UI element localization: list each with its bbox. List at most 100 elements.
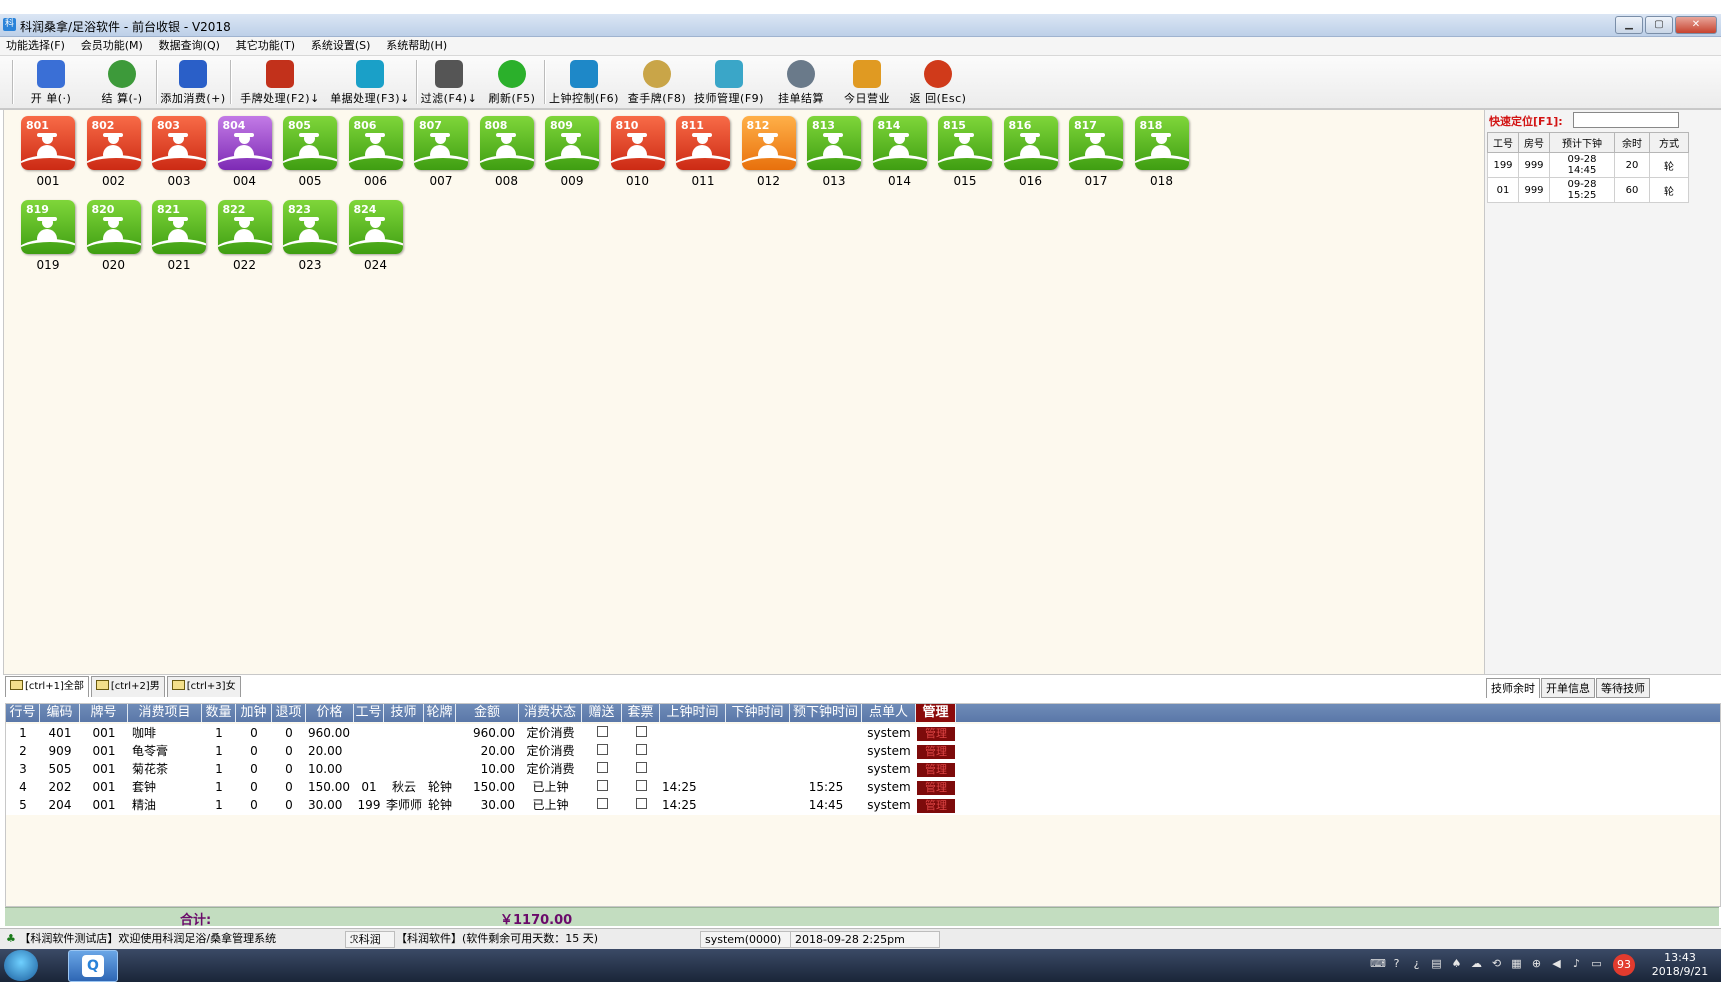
room-tile[interactable]: 815 bbox=[938, 116, 992, 170]
power-icon[interactable]: ▭ bbox=[1590, 957, 1603, 970]
grid-header-cell[interactable]: 价格 bbox=[306, 704, 354, 722]
maximize-button[interactable]: ▢ bbox=[1645, 16, 1673, 34]
notification-icon[interactable]: ♠ bbox=[1450, 957, 1463, 970]
clock-control-button[interactable]: 上钟控制(F6) bbox=[546, 56, 622, 108]
grid-header-cell[interactable]: 技师 bbox=[384, 704, 424, 722]
grid-header-cell[interactable]: 套票 bbox=[622, 704, 660, 722]
menu-help[interactable]: 系统帮助(H) bbox=[380, 37, 453, 55]
table-row[interactable]: 4 202 001 套钟 1 0 0 150.00 01 秋云 轮钟 150.00 已上钟 14:25 15… bbox=[6, 778, 1720, 797]
room-016[interactable]: 816 016 bbox=[1001, 116, 1061, 188]
room-019[interactable]: 819 019 bbox=[18, 200, 78, 272]
tech-header[interactable]: 房号 bbox=[1518, 132, 1550, 153]
room-015[interactable]: 815 015 bbox=[935, 116, 995, 188]
room-011[interactable]: 811 011 bbox=[673, 116, 733, 188]
ticket-checkbox[interactable] bbox=[635, 762, 647, 773]
room-009[interactable]: 809 009 bbox=[542, 116, 602, 188]
display-icon[interactable]: ▦ bbox=[1510, 957, 1523, 970]
gift-checkbox[interactable] bbox=[596, 780, 608, 791]
room-008[interactable]: 808 008 bbox=[477, 116, 537, 188]
gift-checkbox[interactable] bbox=[596, 762, 608, 773]
table-row[interactable]: 1 401 001 咖啡 1 0 0 960.00 960.00 定价消费 system 管理 bbox=[6, 724, 1720, 743]
room-017[interactable]: 817 017 bbox=[1066, 116, 1126, 188]
network-icon[interactable]: ▤ bbox=[1430, 957, 1443, 970]
hand-card-button[interactable]: 手牌处理(F2)↓ bbox=[236, 56, 324, 108]
grid-header-cell[interactable]: 上钟时间 bbox=[660, 704, 726, 722]
table-row[interactable]: 2 909 001 龟苓膏 1 0 0 20.00 20.00 定价消费 system 管理 bbox=[6, 742, 1720, 761]
gift-checkbox[interactable] bbox=[596, 798, 608, 809]
room-tile[interactable]: 801 bbox=[21, 116, 75, 170]
table-row[interactable]: 3 505 001 菊花茶 1 0 0 10.00 10.00 定价消费 system 管理 bbox=[6, 760, 1720, 779]
gift-checkbox[interactable] bbox=[596, 744, 608, 755]
room-005[interactable]: 805 005 bbox=[280, 116, 340, 188]
tab-all[interactable]: [ctrl+1]全部 bbox=[5, 676, 89, 697]
room-tile[interactable]: 802 bbox=[86, 116, 141, 170]
grid-header-cell[interactable]: 预下钟时间 bbox=[790, 704, 862, 722]
manage-button[interactable]: 管理 bbox=[917, 745, 955, 759]
exit-button[interactable]: 返 回(Esc) bbox=[902, 56, 974, 108]
room-tile[interactable]: 811 bbox=[676, 116, 730, 170]
table-row[interactable]: 5 204 001 精油 1 0 0 30.00 199 李师师 轮钟 30.00 已上钟 14:25 14… bbox=[6, 796, 1720, 815]
room-001[interactable]: 801 001 bbox=[18, 116, 78, 188]
room-024[interactable]: 824 024 bbox=[346, 200, 406, 272]
grid-header-cell[interactable]: 消费项目 bbox=[128, 704, 202, 722]
grid-header-cell[interactable]: 轮牌 bbox=[424, 704, 456, 722]
room-023[interactable]: 823 023 bbox=[280, 200, 340, 272]
ticket-checkbox[interactable] bbox=[635, 798, 647, 809]
tech-header[interactable]: 方式 bbox=[1649, 132, 1689, 153]
room-tile[interactable]: 813 bbox=[807, 116, 861, 170]
menu-settings[interactable]: 系统设置(S) bbox=[305, 37, 377, 55]
room-tile[interactable]: 810 bbox=[610, 116, 665, 170]
room-tile[interactable]: 817 bbox=[1069, 116, 1123, 170]
room-tile[interactable]: 816 bbox=[1003, 116, 1058, 170]
filter-button[interactable]: 过滤(F4)↓ bbox=[418, 56, 480, 108]
tech-row[interactable]: 199 999 09-28 14:45 20 轮 bbox=[1487, 152, 1689, 178]
grid-header-cell[interactable]: 下钟时间 bbox=[726, 704, 790, 722]
room-012[interactable]: 812 012 bbox=[739, 116, 799, 188]
room-007[interactable]: 807 007 bbox=[411, 116, 471, 188]
taskbar-clock[interactable]: 13:43 2018/9/21 bbox=[1640, 951, 1720, 979]
manage-button[interactable]: 管理 bbox=[917, 799, 955, 813]
room-tile[interactable]: 819 bbox=[21, 200, 75, 254]
taskbar-app-button[interactable]: Q bbox=[68, 950, 118, 982]
gift-checkbox[interactable] bbox=[596, 726, 608, 737]
volume-icon[interactable]: ♪ bbox=[1570, 957, 1583, 970]
grid-header-cell[interactable]: 退项 bbox=[272, 704, 306, 722]
start-button[interactable] bbox=[4, 950, 38, 981]
room-tile[interactable]: 820 bbox=[86, 200, 141, 254]
ticket-checkbox[interactable] bbox=[635, 780, 647, 791]
room-021[interactable]: 821 021 bbox=[149, 200, 209, 272]
room-002[interactable]: 802 002 bbox=[84, 116, 144, 188]
room-tile[interactable]: 822 bbox=[217, 200, 272, 254]
room-tile[interactable]: 812 bbox=[741, 116, 796, 170]
technician-button[interactable]: 技师管理(F9) bbox=[692, 56, 766, 108]
ticket-checkbox[interactable] bbox=[635, 726, 647, 737]
room-tile[interactable]: 818 bbox=[1134, 116, 1189, 170]
grid-header-cell[interactable]: 金额 bbox=[456, 704, 519, 722]
room-018[interactable]: 818 018 bbox=[1132, 116, 1192, 188]
tab-order-info[interactable]: 开单信息 bbox=[1541, 678, 1595, 698]
room-020[interactable]: 820 020 bbox=[84, 200, 144, 272]
room-tile[interactable]: 814 bbox=[872, 116, 927, 170]
grid-header-cell[interactable]: 点单人 bbox=[862, 704, 916, 722]
add-consume-button[interactable]: 添加消费(+) bbox=[158, 56, 228, 108]
grid-header-cell[interactable]: 管理 bbox=[916, 704, 956, 722]
settle-button[interactable]: 结 算(-) bbox=[88, 56, 156, 108]
room-tile[interactable]: 808 bbox=[479, 116, 534, 170]
tech-header[interactable]: 余时 bbox=[1614, 132, 1650, 153]
tech-header[interactable]: 工号 bbox=[1487, 132, 1519, 153]
room-tile[interactable]: 803 bbox=[152, 116, 206, 170]
grid-header-cell[interactable]: 消费状态 bbox=[519, 704, 582, 722]
room-tile[interactable]: 824 bbox=[348, 200, 403, 254]
menu-query[interactable]: 数据查询(Q) bbox=[153, 37, 226, 55]
room-tile[interactable]: 805 bbox=[283, 116, 337, 170]
close-button[interactable]: ✕ bbox=[1675, 16, 1717, 34]
grid-header-cell[interactable]: 加钟 bbox=[236, 704, 272, 722]
menu-member[interactable]: 会员功能(M) bbox=[75, 37, 149, 55]
tab-waiting-tech[interactable]: 等待技师 bbox=[1596, 678, 1650, 698]
menu-function[interactable]: 功能选择(F) bbox=[0, 37, 71, 55]
room-003[interactable]: 803 003 bbox=[149, 116, 209, 188]
flag-icon[interactable]: ◀ bbox=[1550, 957, 1563, 970]
keyboard-icon[interactable]: ⌨ bbox=[1370, 957, 1386, 970]
grid-header-cell[interactable]: 行号 bbox=[6, 704, 40, 722]
tab-tech-remaining[interactable]: 技师余时 bbox=[1486, 678, 1540, 698]
